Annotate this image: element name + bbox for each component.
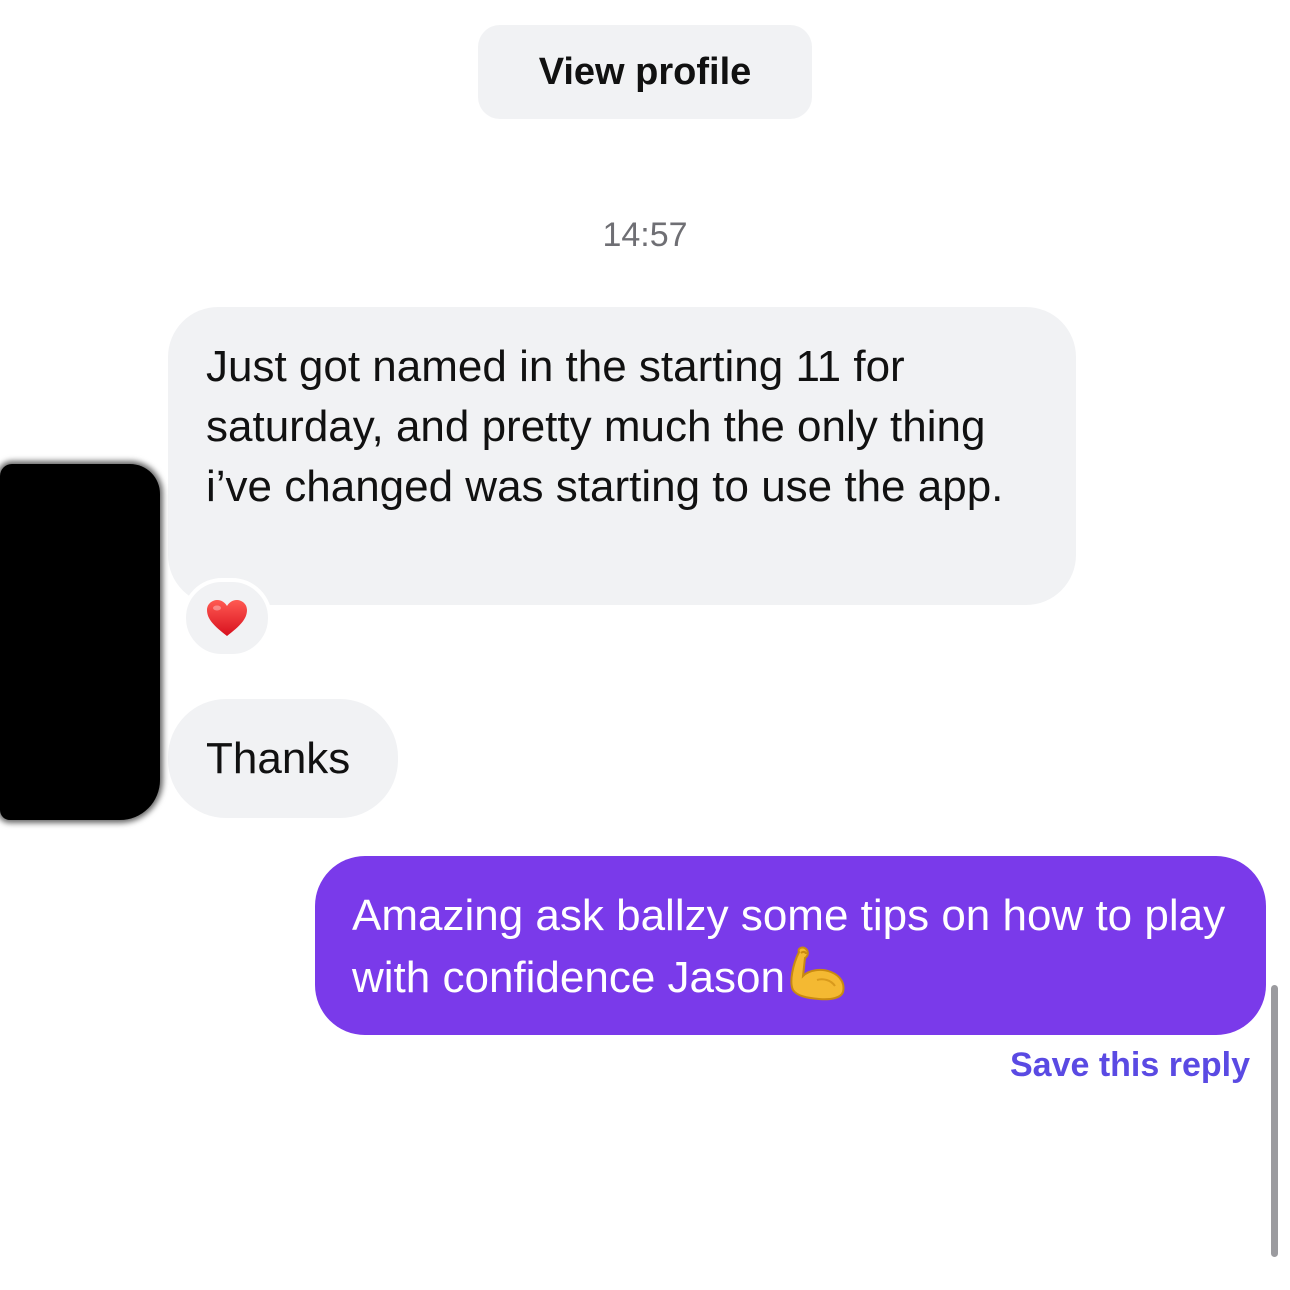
red-heart-icon [207, 600, 247, 636]
save-reply-link[interactable]: Save this reply [1010, 1046, 1250, 1085]
incoming-message-bubble[interactable]: Thanks [168, 699, 398, 818]
incoming-message-text: Thanks [206, 733, 351, 783]
outgoing-message-bubble[interactable]: Amazing ask ballzy some tips on how to p… [315, 856, 1266, 1035]
incoming-message-text: Just got named in the starting 11 for sa… [206, 342, 1004, 511]
message-reaction[interactable] [182, 578, 272, 658]
avatar[interactable] [0, 464, 160, 820]
message-timestamp: 14:57 [602, 216, 688, 254]
incoming-message-bubble[interactable]: Just got named in the starting 11 for sa… [168, 307, 1076, 605]
view-profile-button[interactable]: View profile [478, 25, 812, 119]
chat-screen: View profile 14:57 Just got named in the… [0, 0, 1290, 1290]
flexed-biceps-icon [787, 946, 847, 1018]
scrollbar[interactable] [1271, 985, 1278, 1257]
